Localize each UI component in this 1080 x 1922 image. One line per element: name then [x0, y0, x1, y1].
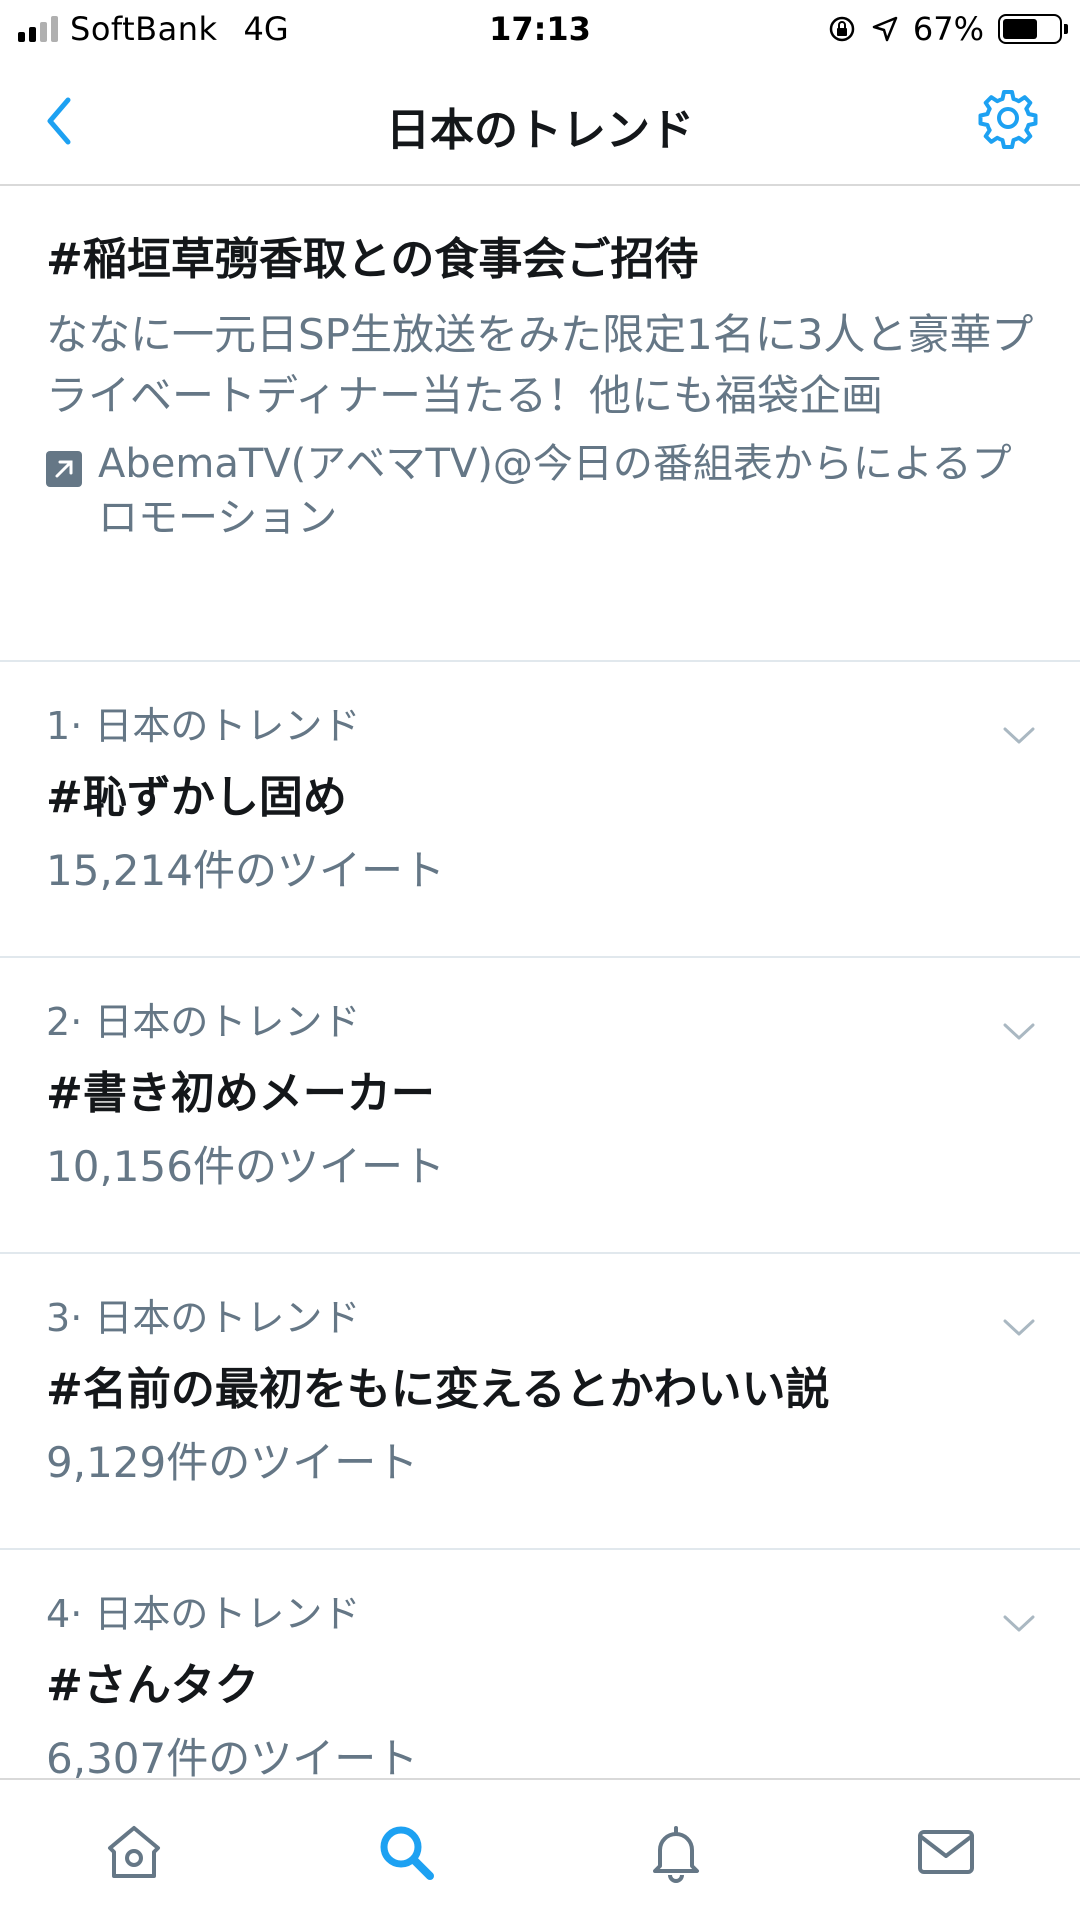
trend-meta: 3· 日本のトレンド	[46, 1296, 361, 1340]
trend-name: #名前の最初をもに変えるとかわいい説	[46, 1363, 830, 1415]
home-icon[interactable]	[102, 1820, 166, 1884]
trend-tweet-count: 6,307件のツイート	[46, 1734, 419, 1778]
nav-bar: 日本のトレンド	[0, 60, 1080, 186]
trend-item[interactable]: 2· 日本のトレンド #書き初めメーカー 10,156件のツイート	[0, 958, 1080, 1254]
status-bar-right: 67%	[827, 10, 1068, 48]
chevron-down-icon[interactable]	[1002, 1318, 1036, 1338]
page-title: 日本のトレンド	[386, 105, 694, 156]
promoted-trend-description: ななに一元日SP生放送をみた限定1名に3人と豪華プライベートディナー当たる！他に…	[46, 310, 1034, 420]
trends-list: #稲垣草彅香取との食事会ご招待 ななに一元日SP生放送をみた限定1名に3人と豪華…	[0, 186, 1080, 1778]
promoted-by: AbemaTV(アベマTV)@今日の番組表からによるプロモーション	[46, 437, 1034, 545]
promoted-arrow-icon	[46, 450, 82, 487]
promoted-by-text: AbemaTV(アベマTV)@今日の番組表からによるプロモーション	[98, 440, 1012, 541]
battery-icon	[998, 14, 1068, 44]
promoted-trend[interactable]: #稲垣草彅香取との食事会ご招待 ななに一元日SP生放送をみた限定1名に3人と豪華…	[0, 186, 1080, 662]
promoted-trend-title: #稲垣草彅香取との食事会ご招待	[46, 234, 699, 285]
search-icon[interactable]	[374, 1820, 438, 1884]
battery-percent: 67%	[912, 10, 984, 48]
trend-tweet-count: 15,214件のツイート	[46, 846, 445, 896]
status-bar: SoftBank 4G 17:13 67%	[0, 0, 1080, 60]
trend-item[interactable]: 4· 日本のトレンド #さんタク 6,307件のツイート	[0, 1550, 1080, 1778]
trend-tweet-count: 9,129件のツイート	[46, 1438, 419, 1488]
trend-tweet-count: 10,156件のツイート	[46, 1142, 445, 1192]
chevron-down-icon[interactable]	[1002, 1022, 1036, 1042]
tab-bar	[0, 1778, 1080, 1922]
trend-item[interactable]: 1· 日本のトレンド #恥ずかし固め 15,214件のツイート	[0, 662, 1080, 958]
trend-meta: 1· 日本のトレンド	[46, 704, 361, 748]
orientation-lock-icon	[829, 16, 855, 42]
trend-item[interactable]: 3· 日本のトレンド #名前の最初をもに変えるとかわいい説 9,129件のツイー…	[0, 1254, 1080, 1550]
settings-button[interactable]	[976, 86, 1040, 150]
chevron-down-icon[interactable]	[1002, 1614, 1036, 1634]
chevron-down-icon[interactable]	[1002, 726, 1036, 746]
trend-name: #書き初めメーカー	[46, 1067, 435, 1119]
trend-name: #さんタク	[46, 1659, 259, 1711]
mail-icon[interactable]	[914, 1820, 978, 1884]
trend-meta: 4· 日本のトレンド	[46, 1592, 361, 1636]
location-icon	[872, 16, 898, 42]
trend-meta: 2· 日本のトレンド	[46, 1000, 361, 1044]
trend-name: #恥ずかし固め	[46, 771, 347, 823]
bell-icon[interactable]	[644, 1820, 708, 1884]
